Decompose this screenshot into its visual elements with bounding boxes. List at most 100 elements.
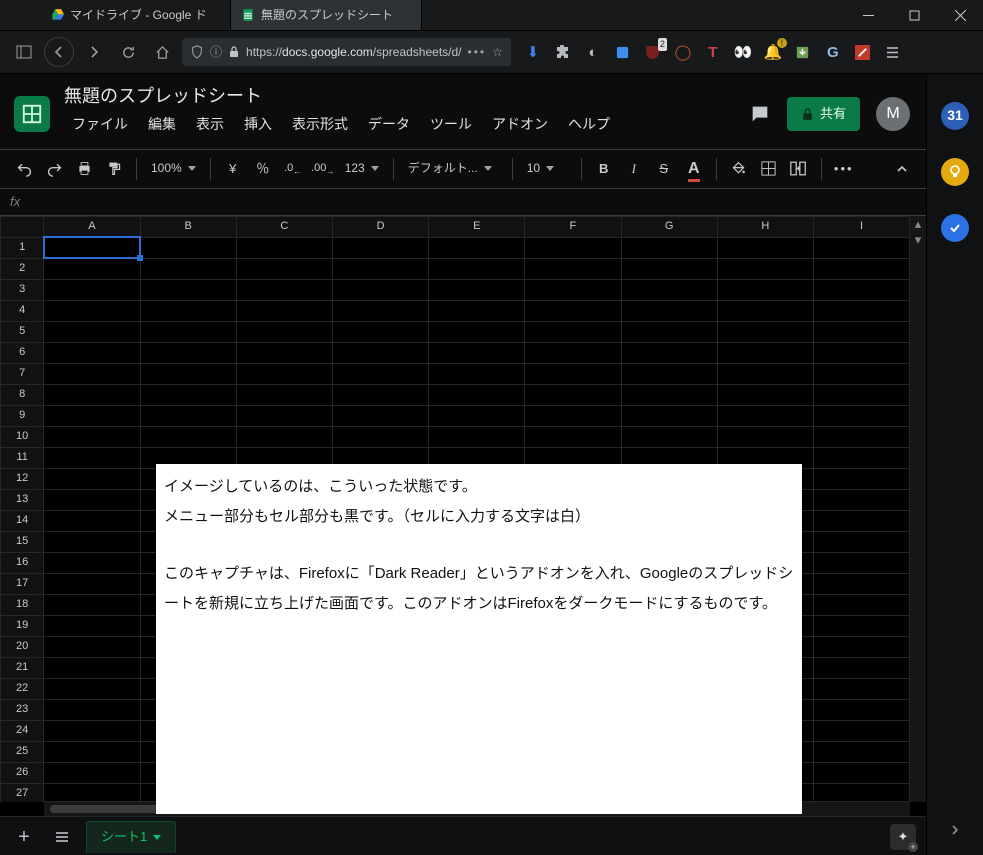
cell[interactable] <box>44 363 140 384</box>
increase-decimal-button[interactable]: .00→ <box>309 155 337 183</box>
vertical-scrollbar[interactable]: ▴ ▾ <box>909 216 926 802</box>
bold-button[interactable]: B <box>590 155 618 183</box>
comments-icon[interactable] <box>749 103 771 125</box>
row-header[interactable]: 5 <box>1 321 44 342</box>
row-header[interactable]: 13 <box>1 489 44 510</box>
cell[interactable] <box>44 762 140 783</box>
cell[interactable] <box>717 300 813 321</box>
menu-data[interactable]: データ <box>360 113 418 137</box>
cell[interactable] <box>44 552 140 573</box>
cell[interactable] <box>236 426 332 447</box>
cell[interactable] <box>813 405 909 426</box>
cell[interactable] <box>813 531 909 552</box>
cell[interactable] <box>813 279 909 300</box>
row-header[interactable]: 1 <box>1 237 44 258</box>
row-header[interactable]: 4 <box>1 300 44 321</box>
cell[interactable] <box>332 342 428 363</box>
cell[interactable] <box>621 342 717 363</box>
cell[interactable] <box>525 237 621 258</box>
undo-button[interactable] <box>10 155 38 183</box>
cell[interactable] <box>525 384 621 405</box>
row-header[interactable]: 24 <box>1 720 44 741</box>
scroll-up-icon[interactable]: ▴ <box>910 216 926 232</box>
menu-format[interactable]: 表示形式 <box>284 113 356 137</box>
cell[interactable] <box>717 258 813 279</box>
hide-sidepanel-button[interactable] <box>948 823 962 837</box>
ext-t-icon[interactable]: T <box>703 42 723 62</box>
cell[interactable] <box>44 426 140 447</box>
cell[interactable] <box>525 279 621 300</box>
cell[interactable] <box>332 279 428 300</box>
cell[interactable] <box>621 237 717 258</box>
cell[interactable] <box>44 342 140 363</box>
cell[interactable] <box>813 573 909 594</box>
cell[interactable] <box>44 594 140 615</box>
row-header[interactable]: 26 <box>1 762 44 783</box>
row-header[interactable]: 25 <box>1 741 44 762</box>
cell[interactable] <box>813 489 909 510</box>
menu-tools[interactable]: ツール <box>422 113 480 137</box>
cell[interactable] <box>813 636 909 657</box>
row-header[interactable]: 9 <box>1 405 44 426</box>
cell[interactable] <box>332 384 428 405</box>
print-button[interactable] <box>70 155 98 183</box>
cell[interactable] <box>44 741 140 762</box>
percent-button[interactable]: ％ <box>249 155 277 183</box>
cell[interactable] <box>717 237 813 258</box>
cell[interactable] <box>44 321 140 342</box>
cell[interactable] <box>717 342 813 363</box>
browser-tab-sheets[interactable]: 無題のスプレッドシート <box>231 0 422 30</box>
row-header[interactable]: 14 <box>1 510 44 531</box>
cell[interactable] <box>813 678 909 699</box>
more-tools-button[interactable]: ••• <box>830 155 858 183</box>
cell[interactable] <box>44 636 140 657</box>
cell[interactable] <box>44 258 140 279</box>
cell[interactable] <box>44 279 140 300</box>
row-header[interactable]: 2 <box>1 258 44 279</box>
cell[interactable] <box>332 258 428 279</box>
cell[interactable] <box>140 300 236 321</box>
bookmark-star-icon[interactable]: ☆ <box>492 44 503 61</box>
borders-button[interactable] <box>755 155 783 183</box>
collapse-menus-button[interactable] <box>888 155 916 183</box>
cell[interactable] <box>813 468 909 489</box>
font-family-select[interactable]: デフォルト... <box>402 155 504 183</box>
cell[interactable] <box>429 384 525 405</box>
share-button[interactable]: 共有 <box>787 97 860 131</box>
cell[interactable] <box>429 258 525 279</box>
row-header[interactable]: 7 <box>1 363 44 384</box>
nav-home-button[interactable] <box>148 38 176 66</box>
row-header[interactable]: 11 <box>1 447 44 468</box>
cell[interactable] <box>621 279 717 300</box>
row-header[interactable]: 22 <box>1 678 44 699</box>
window-maximize-button[interactable] <box>891 0 937 30</box>
zoom-select[interactable]: 100% <box>145 155 202 183</box>
redo-button[interactable] <box>40 155 68 183</box>
cell[interactable] <box>813 762 909 783</box>
sidebar-toggle-icon[interactable] <box>10 38 38 66</box>
cell[interactable] <box>236 321 332 342</box>
cell[interactable] <box>813 300 909 321</box>
cell[interactable] <box>236 237 332 258</box>
cell[interactable] <box>236 384 332 405</box>
row-header[interactable]: 17 <box>1 573 44 594</box>
window-minimize-button[interactable] <box>845 0 891 30</box>
cell[interactable] <box>813 699 909 720</box>
cell[interactable] <box>429 279 525 300</box>
cell[interactable] <box>525 300 621 321</box>
cell[interactable] <box>140 237 236 258</box>
tasks-addon-icon[interactable] <box>941 214 969 242</box>
column-header[interactable]: C <box>236 216 332 237</box>
ext-save-icon[interactable] <box>793 42 813 62</box>
cell[interactable] <box>140 342 236 363</box>
cell[interactable] <box>813 552 909 573</box>
cell[interactable] <box>813 510 909 531</box>
merge-button[interactable] <box>785 155 813 183</box>
menu-view[interactable]: 表示 <box>188 113 232 137</box>
cell[interactable] <box>44 720 140 741</box>
cell[interactable] <box>236 342 332 363</box>
cell[interactable] <box>717 426 813 447</box>
url-more-icon[interactable]: ••• <box>468 44 487 61</box>
download-icon[interactable]: ⬇ <box>523 42 543 62</box>
ext-bell-icon[interactable]: 🔔! <box>763 42 783 62</box>
